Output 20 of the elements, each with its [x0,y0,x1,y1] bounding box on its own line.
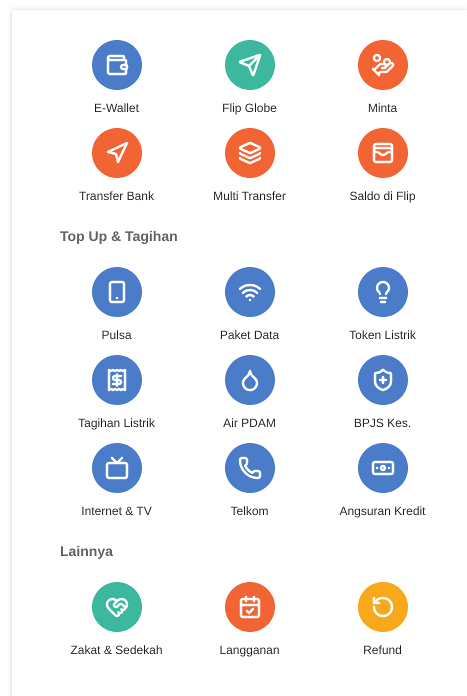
menu-item[interactable]: Multi Transfer [183,128,316,204]
menu-item[interactable]: Zakat & Sedekah [50,582,183,658]
menu-item[interactable]: Paket Data [183,267,316,343]
menu-item[interactable]: Tagihan Listrik [50,355,183,431]
menu-item[interactable]: Transfer Bank [50,128,183,204]
menu-item[interactable]: Minta [316,40,449,116]
menu-item[interactable]: Token Listrik [316,267,449,343]
section-title: Lainnya [60,542,114,561]
menu-item[interactable]: Internet & TV [50,443,183,519]
menu-item[interactable]: Refund [316,582,449,658]
menu-item[interactable]: Saldo di Flip [316,128,449,204]
menu-item[interactable]: BPJS Kes. [316,355,449,431]
menu-item[interactable]: Telkom [183,443,316,519]
menu-item[interactable]: Langganan [183,582,316,658]
menu-item[interactable]: E-Wallet [50,40,183,116]
menu-item[interactable]: Flip Globe [183,40,316,116]
section-title: Top Up & Tagihan [60,227,179,246]
menu-item[interactable]: Angsuran Kredit [316,443,449,519]
menu-item[interactable]: Pulsa [50,267,183,343]
menu-item[interactable]: Air PDAM [183,355,316,431]
